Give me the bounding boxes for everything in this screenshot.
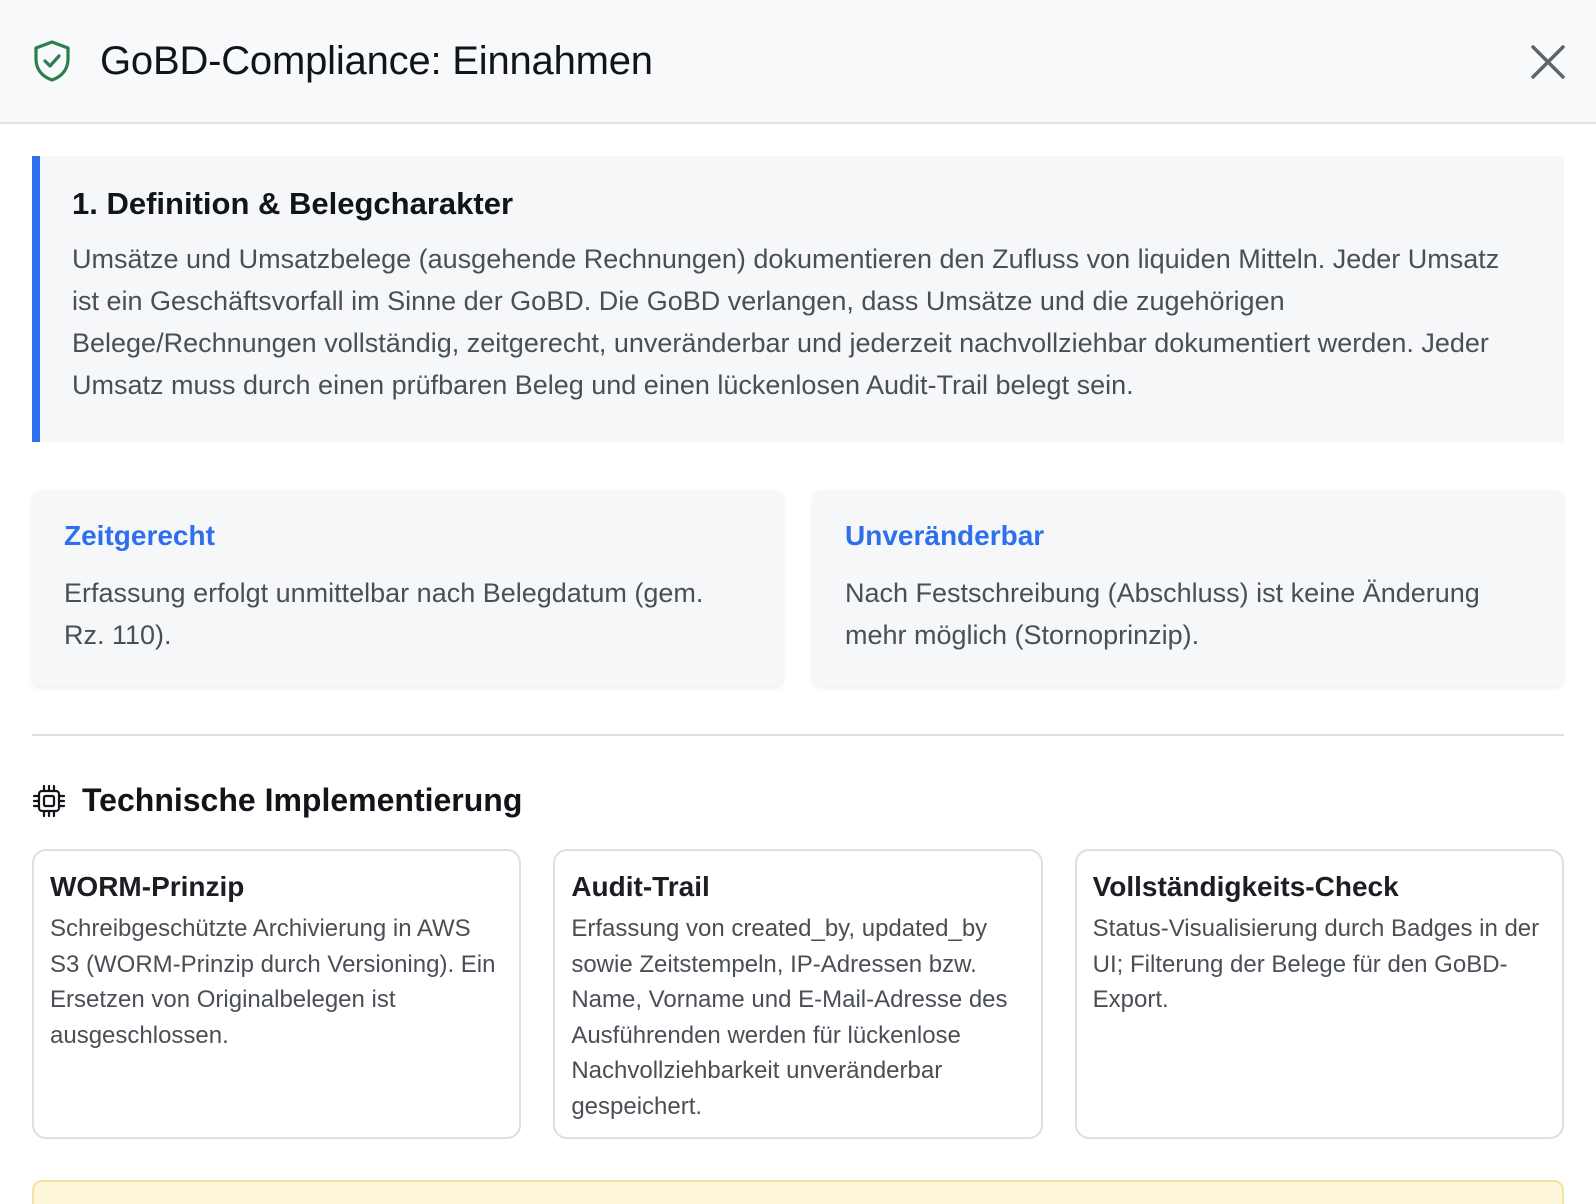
tech-cards-row: WORM-Prinzip Schreibgeschützte Archivier… — [32, 849, 1564, 1139]
tech-card-worm: WORM-Prinzip Schreibgeschützte Archivier… — [32, 849, 522, 1139]
modal-title: GoBD-Compliance: Einnahmen — [100, 38, 653, 83]
chip-icon — [32, 784, 66, 818]
tech-card-text: Erfassung von created_by, updated_by sow… — [571, 915, 1008, 1120]
tech-header: Technische Implementierung — [32, 782, 1564, 819]
modal-header: GoBD-Compliance: Einnahmen — [0, 0, 1596, 124]
section-divider — [32, 734, 1564, 736]
close-button[interactable] — [1528, 42, 1568, 82]
principles-row: Zeitgerecht Erfassung erfolgt unmittelba… — [32, 490, 1564, 686]
tech-card-text: Schreibgeschützte Archivierung in AWS S3… — [50, 915, 496, 1049]
definition-heading: 1. Definition & Belegcharakter — [72, 186, 514, 221]
modal-content: 1. Definition & Belegcharakter Umsätze u… — [0, 156, 1596, 1139]
tech-card-title: WORM-Prinzip — [50, 871, 245, 902]
compliance-modal: GoBD-Compliance: Einnahmen 1. Definition… — [0, 0, 1596, 1204]
principle-card-unveraenderbar: Unveränderbar Nach Festschreibung (Absch… — [813, 490, 1564, 686]
shield-check-icon — [32, 39, 72, 83]
tech-card-text: Status-Visualisierung durch Badges in de… — [1092, 915, 1540, 1013]
principle-text: Erfassung erfolgt unmittelbar nach Beleg… — [64, 578, 704, 650]
definition-section: 1. Definition & Belegcharakter Umsätze u… — [32, 156, 1564, 442]
principle-card-zeitgerecht: Zeitgerecht Erfassung erfolgt unmittelba… — [32, 490, 783, 686]
warning-box — [32, 1180, 1564, 1204]
principle-title: Zeitgerecht — [64, 520, 215, 551]
tech-heading: Technische Implementierung — [82, 782, 523, 818]
principle-text: Nach Festschreibung (Abschluss) ist kein… — [845, 578, 1480, 650]
principle-title: Unveränderbar — [845, 520, 1045, 551]
tech-card-title: Audit-Trail — [571, 871, 710, 902]
close-icon — [1531, 45, 1565, 79]
definition-text: Umsätze und Umsatzbelege (ausgehende Rec… — [72, 244, 1500, 400]
tech-card-completeness: Vollständigkeits-Check Status-Visualisie… — [1074, 849, 1564, 1139]
tech-card-audit-trail: Audit-Trail Erfassung von created_by, up… — [553, 849, 1043, 1139]
tech-card-title: Vollständigkeits-Check — [1092, 871, 1399, 902]
